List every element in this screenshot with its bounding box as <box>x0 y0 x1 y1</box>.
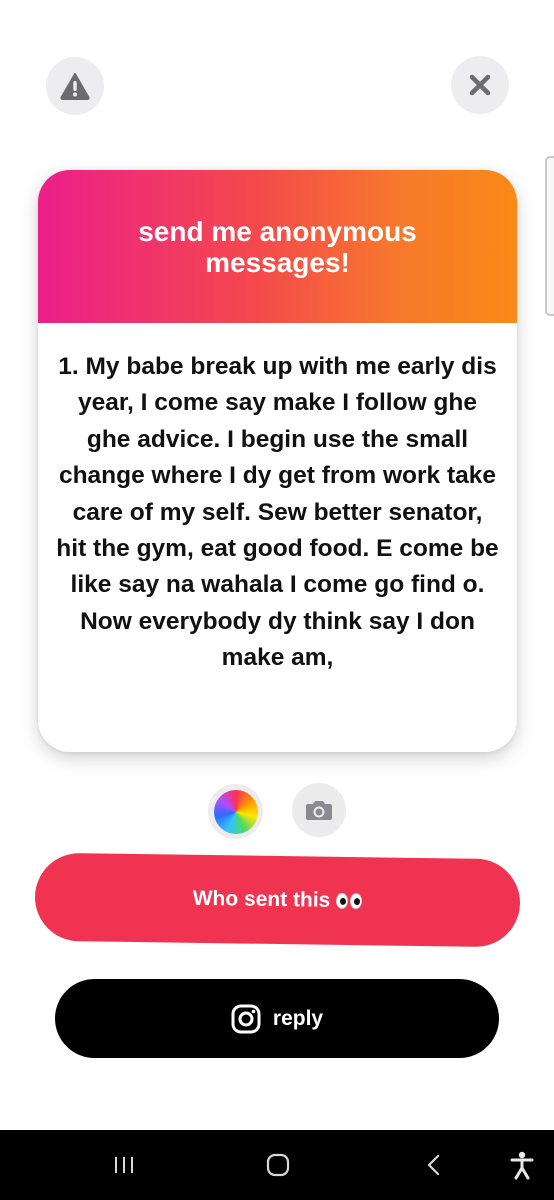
instagram-icon <box>231 1004 261 1033</box>
warning-icon <box>60 73 90 100</box>
message-text: 1. My babe break up with me early dis ye… <box>56 353 499 672</box>
message-card: send me anonymous messages! 1. My babe b… <box>38 170 517 752</box>
reply-label: reply <box>272 1006 324 1030</box>
back-button[interactable] <box>404 1130 464 1200</box>
recent-apps-icon <box>115 1157 133 1173</box>
color-picker-button[interactable] <box>208 784 263 839</box>
back-icon <box>427 1154 440 1176</box>
card-title: send me anonymous messages! <box>138 215 417 278</box>
camera-button[interactable] <box>292 783 346 837</box>
accessibility-icon <box>510 1151 534 1180</box>
color-wheel-icon <box>213 789 258 834</box>
camera-icon <box>306 801 332 820</box>
card-header: send me anonymous messages! <box>38 170 517 323</box>
who-sent-this-button[interactable]: Who sent this <box>34 852 521 948</box>
report-button[interactable] <box>46 57 104 115</box>
accessibility-button[interactable] <box>494 1130 550 1200</box>
eyes-icon <box>336 892 363 910</box>
system-navigation-bar <box>0 1130 554 1200</box>
reply-button[interactable]: reply <box>55 979 499 1058</box>
recent-apps-button[interactable] <box>94 1130 154 1200</box>
home-button[interactable] <box>248 1130 308 1200</box>
side-scroll-handle[interactable] <box>545 156 554 316</box>
who-sent-label: Who sent this <box>192 886 331 912</box>
home-icon <box>266 1153 290 1177</box>
card-body: 1. My babe break up with me early dis ye… <box>38 323 517 677</box>
close-button[interactable] <box>451 56 509 114</box>
close-icon <box>469 74 491 96</box>
